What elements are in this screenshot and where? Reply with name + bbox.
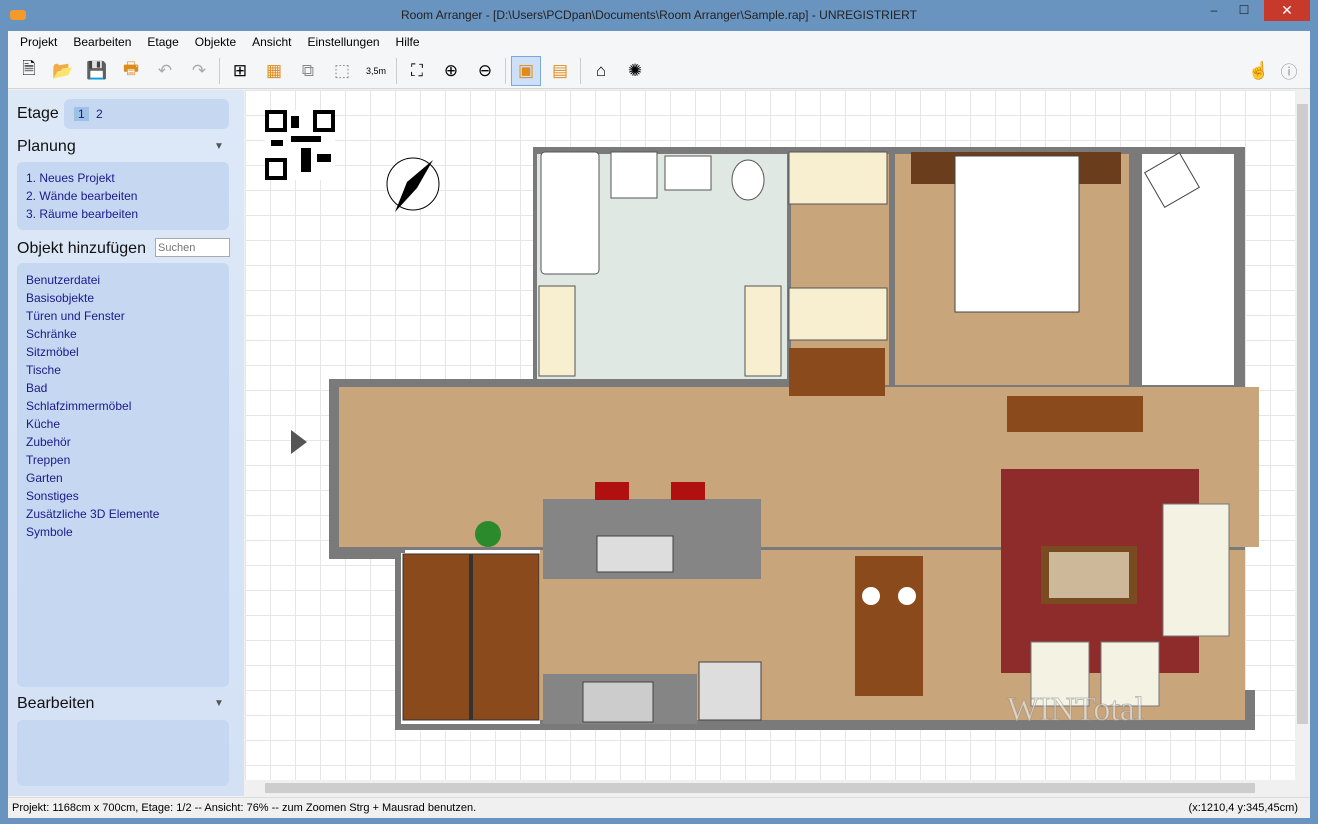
zoom-fit-icon[interactable]: ⛶	[402, 56, 432, 86]
horizontal-scrollbar[interactable]	[245, 780, 1295, 796]
floor-plan-canvas[interactable]: WINTotal	[245, 90, 1295, 780]
category-item[interactable]: Küche	[17, 415, 229, 433]
separator	[219, 57, 220, 84]
collapse-bearbeiten-icon[interactable]: ▼	[214, 698, 224, 709]
wall-icon[interactable]: ▦	[259, 56, 289, 86]
category-item[interactable]: Basisobjekte	[17, 289, 229, 307]
watermark: WINTotal	[1007, 691, 1144, 728]
separator	[580, 57, 581, 84]
desk	[789, 348, 885, 396]
category-item[interactable]: Bad	[17, 379, 229, 397]
menu-einstellungen[interactable]: Einstellungen	[299, 35, 387, 49]
planung-raeume[interactable]: 3. Räume bearbeiten	[17, 205, 229, 223]
entrance-arrow-icon	[291, 430, 307, 454]
category-item[interactable]: Tische	[17, 361, 229, 379]
sofa	[1162, 503, 1230, 637]
category-item[interactable]: Sitzmöbel	[17, 343, 229, 361]
status-bar: Projekt: 1168cm x 700cm, Etage: 1/2 -- A…	[8, 797, 1310, 818]
menu-objekte[interactable]: Objekte	[187, 35, 244, 49]
sink	[610, 151, 658, 199]
category-item[interactable]: Zubehör	[17, 433, 229, 451]
fridge	[698, 661, 762, 721]
bearbeiten-label: Bearbeiten	[17, 695, 95, 712]
minimize-button[interactable]: –	[1200, 0, 1228, 21]
app-icon	[10, 10, 26, 20]
double-bed	[954, 155, 1080, 313]
title-bar: Room Arranger - [D:\Users\PCDpan\Documen…	[0, 0, 1318, 31]
objekt-label: Objekt hinzufügen	[17, 240, 146, 257]
category-list: Benutzerdatei Basisobjekte Türen und Fenst…	[17, 263, 229, 687]
room-icon[interactable]: ⊞	[225, 56, 255, 86]
category-item[interactable]: Treppen	[17, 451, 229, 469]
zoom-in-icon[interactable]: ⊕	[436, 56, 466, 86]
plant	[475, 521, 501, 547]
category-item[interactable]: Garten	[17, 469, 229, 487]
render-icon[interactable]: ✺	[620, 56, 650, 86]
etage-label: Etage	[17, 105, 59, 122]
bathtub	[540, 151, 600, 275]
toilet	[731, 159, 765, 201]
planung-neues-projekt[interactable]: 1. Neues Projekt	[17, 169, 229, 187]
hand-icon[interactable]: ☝	[1244, 56, 1274, 86]
view-3d-icon[interactable]: ⌂	[586, 56, 616, 86]
planung-waende[interactable]: 2. Wände bearbeiten	[17, 187, 229, 205]
new-project-icon[interactable]: 🗎	[14, 56, 44, 86]
category-item[interactable]: Türen und Fenster	[17, 307, 229, 325]
window-title: Room Arranger - [D:\Users\PCDpan\Documen…	[401, 8, 917, 22]
category-item[interactable]: Symbole	[17, 523, 229, 541]
dining-table	[855, 556, 923, 696]
category-item[interactable]: Schränke	[17, 325, 229, 343]
cursor-coordinates: (x:1210,4 y:345,45cm)	[1188, 802, 1298, 814]
compass-icon	[386, 157, 440, 212]
undo-icon[interactable]: ↶	[150, 56, 180, 86]
menu-etage[interactable]: Etage	[139, 35, 186, 49]
vertical-scrollbar[interactable]	[1295, 90, 1310, 780]
open-folder-icon[interactable]: 📂	[48, 56, 78, 86]
floor-2-tab[interactable]: 2	[92, 107, 107, 121]
measure-icon[interactable]: 3,5m	[361, 56, 391, 86]
separator	[396, 57, 397, 84]
close-button[interactable]: ✕	[1264, 0, 1310, 21]
info-icon[interactable]: ⓘ	[1274, 56, 1304, 86]
category-item[interactable]: Schlafzimmermöbel	[17, 397, 229, 415]
save-icon[interactable]: 💾	[82, 56, 112, 86]
zoom-out-icon[interactable]: ⊖	[470, 56, 500, 86]
floor-plan: WINTotal	[265, 110, 1259, 731]
view-2d-icon[interactable]: ▣	[511, 55, 541, 86]
bearbeiten-panel	[17, 720, 229, 786]
collapse-planung-icon[interactable]: ▼	[214, 141, 224, 152]
search-input[interactable]	[155, 238, 230, 257]
object-list-icon[interactable]: ▤	[545, 56, 575, 86]
menu-bearbeiten[interactable]: Bearbeiten	[65, 35, 139, 49]
toolbar: 🗎 📂 💾 🖶 ↶ ↷ ⊞ ▦ ⧉ ⬚ 3,5m ⛶ ⊕ ⊖ ▣ ▤ ⌂ ✺ ☝…	[8, 53, 1310, 89]
separator	[505, 57, 506, 84]
status-text: Projekt: 1168cm x 700cm, Etage: 1/2 -- A…	[12, 802, 477, 814]
select-icon[interactable]: ⧉	[293, 56, 323, 86]
menu-hilfe[interactable]: Hilfe	[388, 35, 428, 49]
menu-projekt[interactable]: Projekt	[12, 35, 65, 49]
sidebar: Etage 1 2 Planung ▼ 1. Neues Projekt 2. …	[8, 90, 244, 796]
print-icon[interactable]: 🖶	[116, 56, 146, 86]
floor-1-tab[interactable]: 1	[74, 107, 89, 121]
planung-label: Planung	[17, 138, 76, 155]
redo-icon[interactable]: ↷	[184, 56, 214, 86]
qr-code	[265, 110, 335, 180]
maximize-button[interactable]: ☐	[1230, 0, 1258, 21]
object-icon[interactable]: ⬚	[327, 56, 357, 86]
menu-ansicht[interactable]: Ansicht	[244, 35, 299, 49]
category-item[interactable]: Benutzerdatei	[17, 271, 229, 289]
category-item[interactable]: Sonstiges	[17, 487, 229, 505]
category-item[interactable]: Zusätzliche 3D Elemente	[17, 505, 229, 523]
tv-stand	[1007, 396, 1143, 432]
menu-bar: Projekt Bearbeiten Etage Objekte Ansicht…	[8, 31, 1310, 53]
